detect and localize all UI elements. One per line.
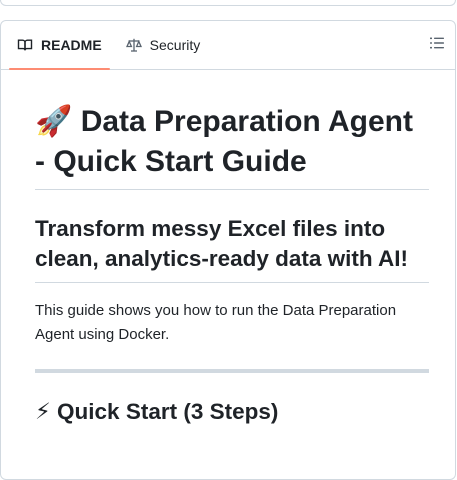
book-icon: [17, 37, 33, 53]
readme-subtitle: Transform messy Excel files into clean, …: [35, 190, 429, 283]
outline-toggle-button[interactable]: [427, 35, 447, 55]
tab-readme[interactable]: README: [9, 21, 110, 70]
readme-tab-bar: README Security: [1, 21, 455, 70]
scale-icon: [125, 37, 142, 53]
previous-panel-edge: [0, 0, 456, 6]
readme-panel: README Security 🚀 Data Preparation Agent…: [0, 20, 456, 480]
tab-security[interactable]: Security: [118, 21, 209, 69]
intro-paragraph: This guide shows you how to run the Data…: [35, 302, 397, 343]
readme-content: 🚀 Data Preparation Agent - Quick Start G…: [1, 70, 455, 427]
tab-security-label: Security: [149, 37, 201, 53]
list-icon: [429, 35, 445, 56]
tab-readme-label: README: [41, 37, 102, 53]
quick-start-heading: ⚡ Quick Start (3 Steps): [35, 399, 279, 424]
page-title: 🚀 Data Preparation Agent - Quick Start G…: [35, 70, 429, 190]
